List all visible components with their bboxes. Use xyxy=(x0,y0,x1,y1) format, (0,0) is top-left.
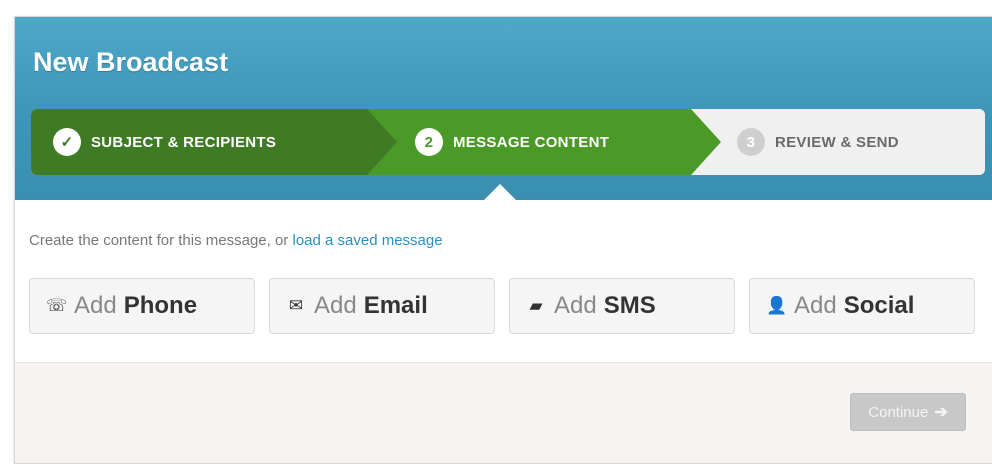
add-social-button[interactable]: 👤 Add Social xyxy=(749,278,975,334)
step-number-badge: 2 xyxy=(415,128,443,156)
footer-bar: Continue ➔ xyxy=(15,362,992,463)
add-sms-label: SMS xyxy=(603,292,656,319)
page-title: New Broadcast xyxy=(33,47,229,77)
content-area: Create the content for this message, or … xyxy=(15,200,992,362)
add-social-label: Social xyxy=(843,292,915,319)
add-prefix: Add xyxy=(554,292,597,319)
continue-label: Continue xyxy=(868,403,929,421)
speech-bubble-icon: ▰ xyxy=(529,296,543,315)
step-number-badge: 3 xyxy=(737,128,765,156)
step-label: REVIEW & SEND xyxy=(775,133,899,151)
add-email-button[interactable]: ✉ Add Email xyxy=(269,278,495,334)
phone-icon: ☏ xyxy=(46,296,68,315)
add-prefix: Add xyxy=(314,292,357,319)
add-email-label: Email xyxy=(363,292,428,319)
add-sms-button[interactable]: ▰ Add SMS xyxy=(509,278,735,334)
active-step-pointer xyxy=(484,184,516,200)
step-label: SUBJECT & RECIPIENTS xyxy=(91,133,277,151)
arrow-right-icon: ➔ xyxy=(934,404,948,421)
add-phone-label: Phone xyxy=(123,292,198,319)
check-icon: ✓ xyxy=(53,128,81,156)
step-review-send[interactable]: 3 REVIEW & SEND xyxy=(691,109,985,175)
person-icon: 👤 xyxy=(766,296,788,315)
step-subject-recipients[interactable]: ✓ SUBJECT & RECIPIENTS xyxy=(31,109,397,175)
header: New Broadcast ✓ SUBJECT & RECIPIENTS 2 M… xyxy=(15,17,992,200)
add-prefix: Add xyxy=(794,292,837,319)
continue-button[interactable]: Continue ➔ xyxy=(850,393,966,431)
broadcast-panel: New Broadcast ✓ SUBJECT & RECIPIENTS 2 M… xyxy=(14,16,992,464)
load-saved-message-link[interactable]: load a saved message xyxy=(292,232,442,249)
add-prefix: Add xyxy=(74,292,117,319)
instructions-prefix: Create the content for this message, or xyxy=(29,232,289,249)
add-phone-button[interactable]: ☏ Add Phone xyxy=(29,278,255,334)
wizard-stepper: ✓ SUBJECT & RECIPIENTS 2 MESSAGE CONTENT… xyxy=(31,109,985,175)
envelope-icon: ✉ xyxy=(288,296,304,315)
step-label: MESSAGE CONTENT xyxy=(453,133,610,151)
step-message-content[interactable]: 2 MESSAGE CONTENT xyxy=(361,109,721,175)
instructions-text: Create the content for this message, or … xyxy=(29,232,443,249)
